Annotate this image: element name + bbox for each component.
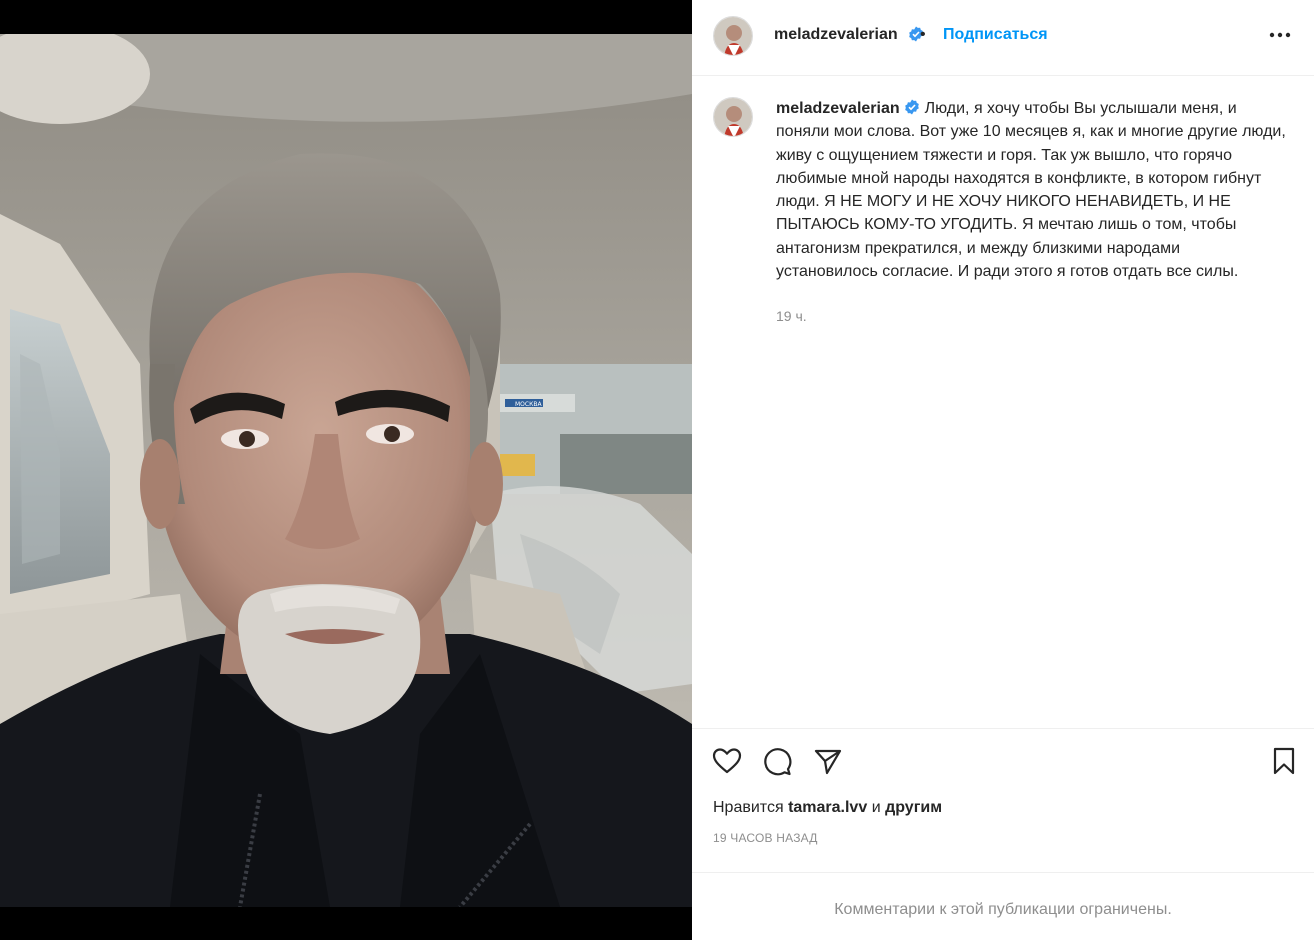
- comment-icon[interactable]: [761, 745, 797, 781]
- caption-avatar[interactable]: [713, 97, 753, 137]
- comments-limited-notice: Комментарии к этой публикации ограничены…: [692, 872, 1314, 940]
- caption-text: Люди, я хочу чтобы Вы услышали меня, и п…: [776, 100, 1286, 281]
- post-time-ago[interactable]: 19 ЧАСОВ НАЗАД: [713, 831, 818, 845]
- post-header: meladzevalerian • Подписаться: [692, 0, 1314, 76]
- caption: meladzevalerian Люди, я хочу чтобы Вы усл…: [776, 97, 1286, 283]
- avatar[interactable]: [713, 16, 753, 56]
- header-username[interactable]: meladzevalerian: [774, 26, 898, 44]
- verified-badge-icon: [904, 99, 919, 115]
- likes-prefix: Нравится: [713, 799, 784, 816]
- heart-icon[interactable]: [711, 745, 747, 781]
- likes-user[interactable]: tamara.lvv: [788, 799, 867, 816]
- likes-summary: Нравится tamara.lvv и другим: [713, 799, 942, 817]
- likes-and: и: [871, 799, 881, 816]
- follow-button[interactable]: Подписаться: [943, 26, 1048, 44]
- post-photo[interactable]: МОСКВА: [0, 34, 692, 907]
- action-bar: [692, 745, 1314, 785]
- caption-username[interactable]: meladzevalerian: [776, 100, 900, 117]
- bookmark-icon[interactable]: [1268, 745, 1304, 781]
- separator-dot: •: [920, 26, 926, 43]
- sign-text: МОСКВА: [515, 401, 542, 408]
- more-options-icon[interactable]: [1267, 25, 1293, 45]
- paper-plane-icon[interactable]: [812, 745, 848, 781]
- likes-others[interactable]: другим: [885, 799, 942, 816]
- post-panel: meladzevalerian • Подписаться meladzeval…: [692, 0, 1314, 940]
- caption-timestamp[interactable]: 19 ч.: [776, 308, 807, 324]
- caption-area: meladzevalerian Люди, я хочу чтобы Вы усл…: [692, 77, 1314, 729]
- post-media: МОСКВА: [0, 0, 692, 940]
